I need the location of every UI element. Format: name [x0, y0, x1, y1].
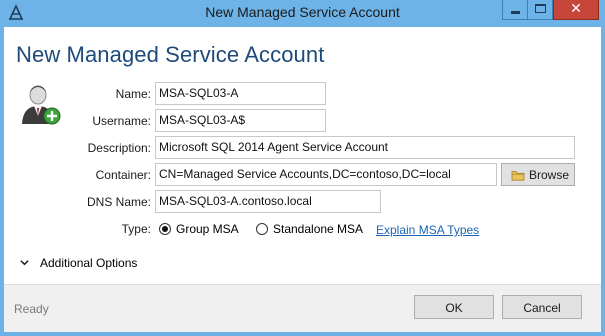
name-field[interactable]: MSA-SQL03-A — [155, 82, 326, 105]
description-label: Description: — [87, 141, 151, 155]
chevron-down-icon — [20, 260, 29, 266]
description-field[interactable]: Microsoft SQL 2014 Agent Service Account — [155, 136, 575, 159]
container-field[interactable]: CN=Managed Service Accounts,DC=contoso,D… — [155, 163, 497, 186]
additional-options-toggle[interactable]: Additional Options — [20, 255, 160, 271]
status-text: Ready — [14, 302, 49, 316]
additional-options-label: Additional Options — [40, 256, 138, 270]
container-label: Container: — [95, 168, 151, 182]
dns-name-label: DNS Name: — [86, 195, 151, 209]
standalone-msa-label[interactable]: Standalone MSA — [273, 222, 363, 236]
minimize-icon — [511, 11, 520, 14]
browse-label: Browse — [529, 168, 570, 182]
dialog-footer: Ready OK Cancel — [4, 284, 601, 332]
ok-button[interactable]: OK — [414, 295, 494, 319]
maximize-icon — [535, 4, 546, 13]
standalone-msa-radio[interactable] — [256, 223, 268, 235]
minimize-button[interactable] — [502, 0, 528, 20]
cancel-label: Cancel — [523, 301, 561, 315]
page-title: New Managed Service Account — [16, 42, 325, 67]
folder-icon — [511, 171, 525, 181]
cancel-button[interactable]: Cancel — [502, 295, 582, 319]
ok-label: OK — [445, 301, 463, 315]
explain-msa-types-link[interactable]: Explain MSA Types — [376, 223, 479, 237]
username-field[interactable]: MSA-SQL03-A$ — [155, 109, 326, 132]
dialog-client-area: New Managed Service Account Name: MSA-SQ… — [4, 27, 601, 332]
title-bar[interactable]: New Managed Service Account ✕ — [0, 0, 605, 27]
browse-button[interactable]: Browse — [501, 163, 575, 186]
maximize-button[interactable] — [527, 0, 553, 20]
close-button[interactable]: ✕ — [553, 0, 599, 20]
username-label: Username: — [92, 114, 151, 128]
group-msa-label[interactable]: Group MSA — [176, 222, 239, 236]
radio-selected-dot — [162, 226, 168, 232]
dialog-window: New Managed Service Account ✕ New Manage… — [0, 0, 605, 336]
type-label: Type: — [121, 222, 151, 236]
dns-name-field[interactable]: MSA-SQL03-A.contoso.local — [155, 190, 381, 213]
close-icon: ✕ — [570, 0, 582, 16]
name-label: Name: — [115, 87, 151, 101]
group-msa-radio[interactable] — [159, 223, 171, 235]
